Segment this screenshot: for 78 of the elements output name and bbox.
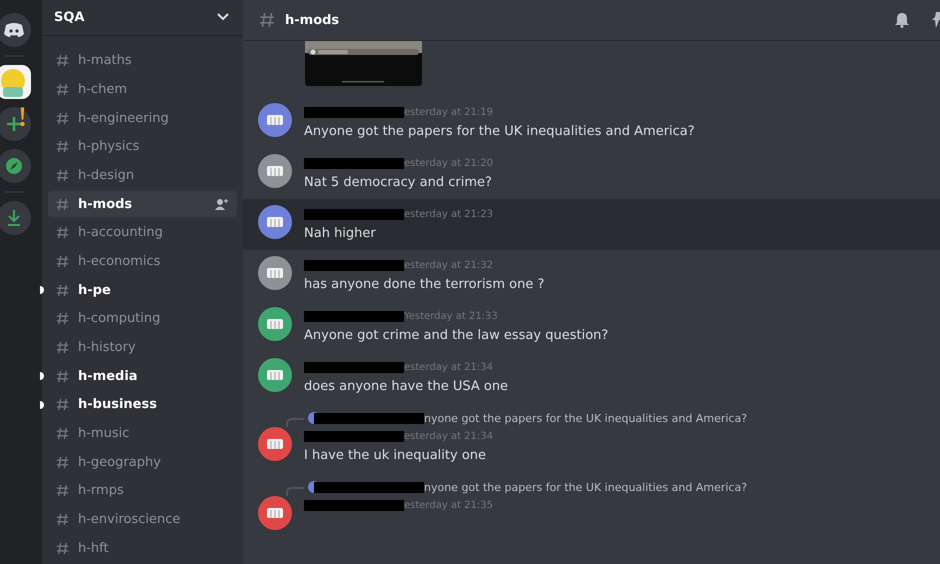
server-header[interactable]: SQA	[42, 0, 243, 36]
channel-item[interactable]: h-enviroscience	[48, 506, 237, 533]
timestamp: esterday at 21:32	[404, 260, 493, 270]
message-text: has anyone done the terrorism one ?	[304, 276, 544, 294]
channel-item[interactable]: h-music	[48, 420, 237, 447]
hashtag-icon	[56, 112, 69, 124]
channel-item[interactable]: h-media	[48, 363, 237, 390]
hashtag-icon	[56, 312, 69, 326]
avatar-icon[interactable]	[258, 205, 292, 239]
exclamation-icon	[19, 106, 26, 128]
channel-item[interactable]: h-economics	[48, 248, 237, 274]
reply-preview[interactable]: nyone got the papers for the UK inequalities and America?	[424, 412, 748, 424]
hashtag-icon	[259, 12, 275, 28]
timestamp: esterday at 21:34	[404, 430, 493, 442]
avatar-icon[interactable]	[258, 496, 292, 530]
hashtag-icon	[56, 427, 69, 440]
channel-item[interactable]: h-maths	[48, 48, 237, 74]
download-icon[interactable]	[0, 201, 31, 235]
hashtag-icon	[56, 82, 69, 96]
hashtag-icon	[56, 341, 69, 354]
avatar-icon[interactable]	[258, 256, 292, 290]
hashtag-icon	[56, 456, 69, 469]
channel-title: h-mods	[285, 12, 340, 28]
reply-connector	[286, 486, 304, 496]
timestamp: esterday at 21:23	[404, 208, 493, 220]
discord-logo-icon[interactable]	[0, 13, 31, 47]
add-server-icon[interactable]	[0, 107, 31, 141]
chevron-down-icon	[217, 13, 229, 22]
bell-icon[interactable]	[894, 12, 910, 28]
hashtag-icon	[56, 484, 69, 498]
hashtag-icon	[56, 254, 69, 268]
hashtag-icon	[56, 398, 69, 412]
hashtag-icon	[56, 140, 69, 154]
timestamp: esterday at 21:34	[404, 362, 493, 372]
hashtag-icon	[56, 513, 69, 526]
channel-item[interactable]: h-business	[48, 392, 237, 418]
unread-indicator	[40, 286, 44, 294]
hashtag-icon	[56, 284, 69, 297]
timestamp: esterday at 21:20	[404, 158, 493, 168]
message-text: Nat 5 democracy and crime?	[304, 174, 493, 192]
unread-indicator	[40, 372, 44, 380]
hashtag-icon	[56, 226, 69, 240]
avatar-icon[interactable]	[258, 307, 292, 341]
hashtag-icon	[56, 54, 69, 68]
timestamp: esterday at 21:19	[404, 106, 493, 118]
reply-connector	[286, 418, 304, 426]
channel-item[interactable]: h-hft	[48, 535, 237, 562]
message-text: Anyone got crime and the law essay question?	[304, 327, 608, 345]
avatar-icon[interactable]	[258, 427, 292, 461]
timestamp: esterday at 21:35	[404, 500, 493, 510]
hashtag-icon	[56, 542, 69, 555]
compass-icon[interactable]	[0, 149, 31, 183]
avatar-icon[interactable]	[258, 103, 292, 137]
message-text: Anyone got the papers for the UK inequalities and America?	[304, 123, 695, 141]
channel-item[interactable]: h-mods	[48, 191, 237, 218]
channel-item[interactable]: h-history	[48, 334, 237, 360]
message-text: does anyone have the USA one	[304, 378, 508, 396]
avatar-icon[interactable]	[258, 154, 292, 188]
channel-item[interactable]: h-accounting	[48, 220, 237, 246]
channel-item[interactable]: h-engineering	[48, 105, 237, 131]
channel-item[interactable]: h-geography	[48, 449, 237, 476]
add-member-icon[interactable]	[215, 198, 229, 210]
channel-item[interactable]: h-computing	[48, 306, 237, 332]
timestamp: Yesterday at 21:33	[404, 310, 498, 322]
channel-item[interactable]: h-rmps	[48, 478, 237, 504]
channel-item[interactable]: h-physics	[48, 134, 237, 160]
channel-item[interactable]: h-pe	[48, 277, 237, 304]
channel-item[interactable]: h-chem	[48, 76, 237, 102]
channel-item[interactable]: h-design	[48, 162, 237, 188]
unread-indicator	[40, 400, 44, 409]
message-text: I have the uk inequality one	[304, 447, 488, 465]
hashtag-icon	[56, 168, 69, 182]
hashtag-icon	[56, 370, 69, 383]
message-text: Nah higher	[304, 225, 377, 243]
reply-preview[interactable]: nyone got the papers for the UK inequalities and America?	[424, 480, 748, 494]
hashtag-icon	[56, 198, 69, 211]
server-avatar-icon[interactable]	[0, 65, 31, 99]
avatar-icon[interactable]	[258, 358, 292, 392]
